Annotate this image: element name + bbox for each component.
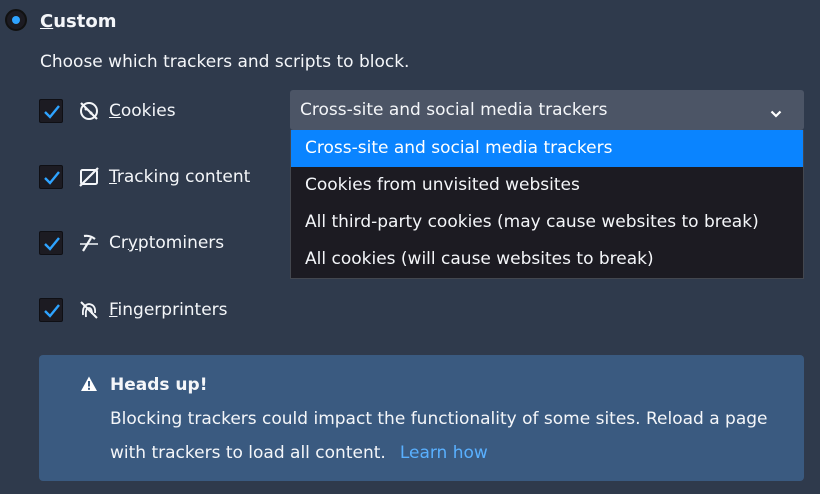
cookies-option[interactable]: All cookies (will cause websites to brea… (291, 241, 803, 278)
fingerprinters-icon (78, 299, 100, 321)
tracker-label-tracking-content: Tracking content (109, 167, 251, 187)
checkmark-icon (44, 237, 60, 251)
heads-up-notice: Heads up! Blocking trackers could impact… (39, 355, 804, 481)
tracking-content-checkbox[interactable] (39, 165, 63, 189)
cookies-checkbox[interactable] (39, 99, 63, 123)
custom-description: Choose which trackers and scripts to blo… (40, 52, 410, 72)
notice-title: Heads up! (110, 375, 208, 395)
cookies-select-dropdown: Cross-site and social media trackers Coo… (290, 130, 804, 279)
cryptominers-checkbox[interactable] (39, 231, 63, 255)
cookies-option[interactable]: All third-party cookies (may cause websi… (291, 204, 803, 241)
cookies-type-select[interactable]: Cross-site and social media trackers (290, 90, 804, 130)
notice-body: Blocking trackers could impact the funct… (110, 409, 768, 463)
tracking-content-icon (78, 166, 100, 188)
cookies-select-value: Cross-site and social media trackers (300, 100, 608, 120)
tracker-label-fingerprinters: Fingerprinters (109, 300, 228, 320)
cryptominers-icon (78, 232, 100, 254)
custom-heading[interactable]: Custom (40, 10, 116, 34)
learn-how-link[interactable]: Learn how (400, 443, 488, 463)
tracker-label-cryptominers: Cryptominers (109, 233, 225, 253)
checkmark-icon (44, 105, 60, 119)
cookies-icon (78, 100, 100, 122)
warning-icon (80, 375, 98, 397)
cookies-option[interactable]: Cookies from unvisited websites (291, 167, 803, 204)
checkmark-icon (44, 304, 60, 318)
custom-radio[interactable] (5, 9, 27, 31)
tracker-label-cookies: Cookies (109, 101, 176, 121)
checkmark-icon (44, 171, 60, 185)
fingerprinters-checkbox[interactable] (39, 298, 63, 322)
cookies-option[interactable]: Cross-site and social media trackers (291, 130, 803, 167)
chevron-down-icon (770, 104, 782, 123)
